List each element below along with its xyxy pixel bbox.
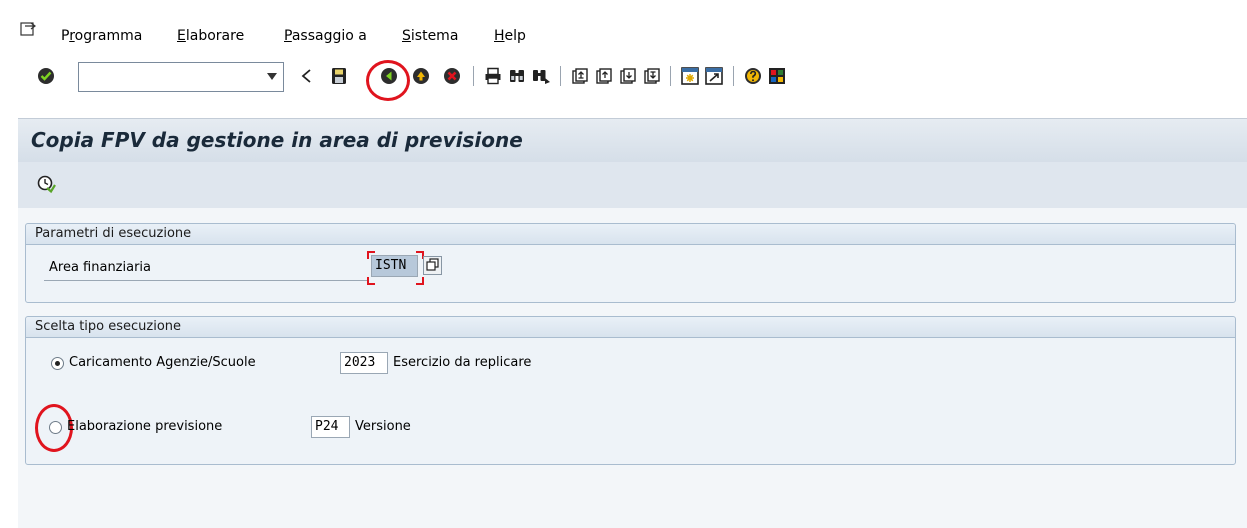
back-arrow-icon[interactable] — [297, 66, 317, 86]
toolbar-separator — [733, 66, 734, 86]
toolbar-separator — [670, 66, 671, 86]
chevron-down-icon[interactable] — [267, 73, 277, 80]
cancel-icon[interactable] — [442, 66, 462, 86]
exec-group: Scelta tipo esecuzione — [25, 316, 1236, 465]
back-icon[interactable] — [379, 66, 399, 86]
title-bar: Copia FPV da gestione in area di previsi… — [18, 118, 1247, 163]
focus-corner — [416, 277, 424, 285]
menu-sistema[interactable]: Sistema — [402, 28, 458, 44]
params-group-header: Parametri di esecuzione — [26, 224, 1235, 245]
find-next-icon[interactable] — [531, 66, 551, 86]
toolbar-separator — [560, 66, 561, 86]
versione-label: Versione — [355, 419, 411, 434]
execute-icon[interactable] — [36, 174, 56, 194]
last-page-icon[interactable] — [641, 66, 661, 86]
menu-bar: Programma Elaborare Passaggio a Sistema … — [0, 0, 1247, 60]
menu-elaborare[interactable]: Elaborare — [177, 28, 244, 44]
menu-programma[interactable]: Programma — [61, 28, 142, 44]
menu-passaggio-a[interactable]: Passaggio a — [284, 28, 367, 44]
area-finanziaria-label: Area finanziaria — [49, 260, 152, 275]
print-icon[interactable] — [483, 66, 503, 86]
focus-corner — [367, 251, 375, 259]
label-underline — [44, 280, 369, 281]
create-session-icon[interactable] — [680, 66, 700, 86]
previous-page-icon[interactable] — [593, 66, 613, 86]
caricamento-label: Caricamento Agenzie/Scuole — [69, 355, 256, 370]
versione-input[interactable]: P24 — [311, 416, 350, 438]
command-field[interactable] — [78, 62, 284, 92]
area-finanziaria-input[interactable]: ISTN — [371, 255, 418, 277]
first-page-icon[interactable] — [569, 66, 589, 86]
search-help-icon[interactable] — [423, 256, 442, 275]
focus-corner — [367, 277, 375, 285]
menu-help[interactable]: Help — [494, 28, 526, 44]
layout-icon[interactable] — [767, 66, 787, 86]
save-icon[interactable] — [329, 66, 349, 86]
params-group: Parametri di esecuzione — [25, 223, 1236, 303]
help-icon[interactable] — [743, 66, 763, 86]
exec-group-header: Scelta tipo esecuzione — [26, 317, 1235, 338]
shortcut-icon[interactable] — [704, 66, 724, 86]
application-toolbar — [18, 162, 1247, 209]
find-icon[interactable] — [507, 66, 527, 86]
enter-icon[interactable] — [36, 66, 56, 86]
radio-caricamento[interactable] — [51, 357, 64, 370]
elaborazione-label: Elaborazione previsione — [67, 419, 223, 434]
next-page-icon[interactable] — [617, 66, 637, 86]
page-title: Copia FPV da gestione in area di previsi… — [31, 128, 523, 152]
esercizio-input[interactable]: 2023 — [340, 352, 388, 374]
command-input[interactable] — [83, 64, 262, 92]
toolbar-separator — [473, 66, 474, 86]
menu-exit-icon[interactable] — [20, 22, 36, 36]
esercizio-label: Esercizio da replicare — [393, 355, 532, 370]
exit-icon[interactable] — [411, 66, 431, 86]
